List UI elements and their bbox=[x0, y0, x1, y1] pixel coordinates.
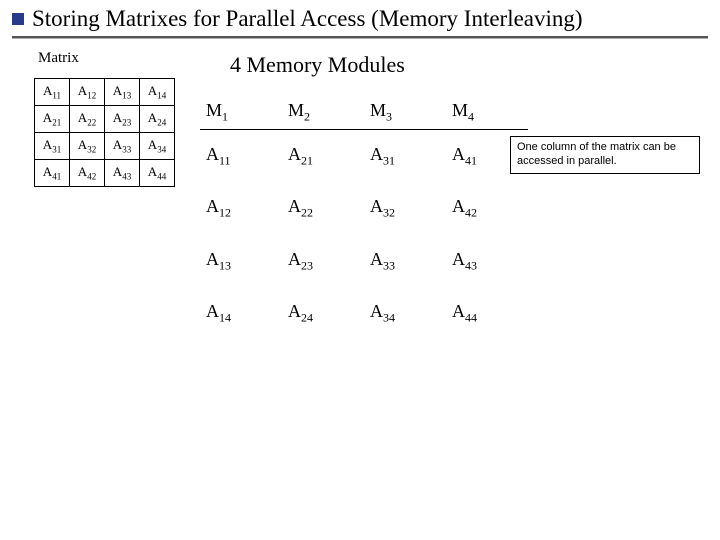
cell: A42 bbox=[70, 160, 105, 187]
cell: A14 bbox=[200, 287, 282, 340]
note-box: One column of the matrix can be accessed… bbox=[510, 136, 700, 174]
cell: A22 bbox=[282, 182, 364, 235]
module-row: A14A24A34A44 bbox=[200, 287, 528, 340]
module-header: M2 bbox=[282, 96, 364, 129]
cell: A13 bbox=[200, 235, 282, 288]
module-header: M3 bbox=[364, 96, 446, 129]
cell: A33 bbox=[105, 133, 140, 160]
cell: A32 bbox=[70, 133, 105, 160]
cell: A42 bbox=[446, 182, 528, 235]
cell: A44 bbox=[446, 287, 528, 340]
matrix-row: A11A12A13A14 bbox=[35, 79, 175, 106]
modules-title: 4 Memory Modules bbox=[230, 52, 405, 78]
cell: A23 bbox=[282, 235, 364, 288]
matrix-grid: A11A12A13A14A21A22A23A24A31A32A33A34A41A… bbox=[34, 78, 175, 187]
cell: A32 bbox=[364, 182, 446, 235]
module-row: A11A21A31A41 bbox=[200, 129, 528, 182]
module-row: A12A22A32A42 bbox=[200, 182, 528, 235]
cell: A43 bbox=[446, 235, 528, 288]
cell: A22 bbox=[70, 106, 105, 133]
cell: A41 bbox=[35, 160, 70, 187]
matrix-row: A41A42A43A44 bbox=[35, 160, 175, 187]
module-header: M1 bbox=[200, 96, 282, 129]
title-underline bbox=[12, 36, 708, 38]
cell: A21 bbox=[35, 106, 70, 133]
module-header: M4 bbox=[446, 96, 528, 129]
cell: A11 bbox=[35, 79, 70, 106]
cell: A43 bbox=[105, 160, 140, 187]
cell: A33 bbox=[364, 235, 446, 288]
cell: A14 bbox=[140, 79, 175, 106]
matrix-row: A21A22A23A24 bbox=[35, 106, 175, 133]
cell: A24 bbox=[282, 287, 364, 340]
cell: A44 bbox=[140, 160, 175, 187]
cell: A21 bbox=[282, 129, 364, 182]
cell: A12 bbox=[70, 79, 105, 106]
cell: A24 bbox=[140, 106, 175, 133]
bullet-icon bbox=[12, 13, 24, 25]
cell: A31 bbox=[35, 133, 70, 160]
title-row: Storing Matrixes for Parallel Access (Me… bbox=[0, 0, 720, 32]
cell: A11 bbox=[200, 129, 282, 182]
cell: A34 bbox=[140, 133, 175, 160]
module-row: A13A23A33A43 bbox=[200, 235, 528, 288]
cell: A23 bbox=[105, 106, 140, 133]
cell: A12 bbox=[200, 182, 282, 235]
page-title: Storing Matrixes for Parallel Access (Me… bbox=[32, 6, 583, 32]
cell: A31 bbox=[364, 129, 446, 182]
matrix-label: Matrix bbox=[38, 50, 79, 67]
matrix-row: A31A32A33A34 bbox=[35, 133, 175, 160]
modules-table: M1M2M3M4 A11A21A31A41A12A22A32A42A13A23A… bbox=[200, 96, 528, 340]
cell: A13 bbox=[105, 79, 140, 106]
cell: A34 bbox=[364, 287, 446, 340]
